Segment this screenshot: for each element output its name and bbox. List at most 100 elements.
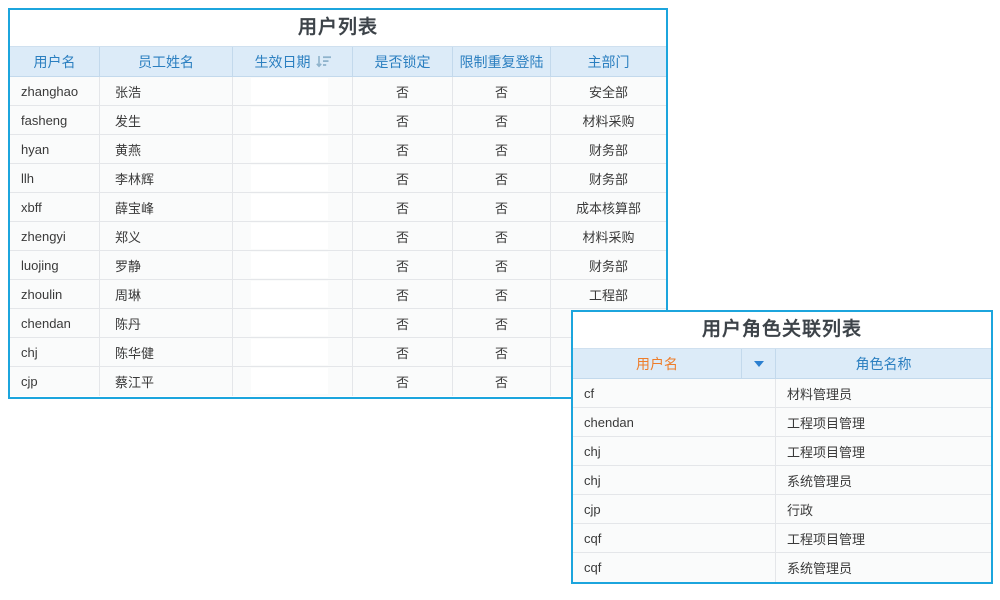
user-list-body: zhanghao 张浩 否 否 安全部 fasheng 发生 否 否 材料采购 … — [10, 77, 666, 396]
cell-employee-name: 薛宝峰 — [99, 193, 232, 221]
table-row[interactable]: chj 系统管理员 — [573, 466, 991, 495]
table-row[interactable]: cjp 行政 — [573, 495, 991, 524]
cell-dept: 材料采购 — [550, 222, 666, 250]
cell-employee-name: 郑义 — [99, 222, 232, 250]
col-header-restrict-login[interactable]: 限制重复登陆 — [452, 47, 550, 76]
cell-role-username: chj — [573, 466, 775, 494]
table-row[interactable]: chj 陈华健 否 否 — [10, 338, 666, 367]
table-row[interactable]: chj 工程项目管理 — [573, 437, 991, 466]
user-role-body: cf 材料管理员 chendan 工程项目管理 chj 工程项目管理 chj 系… — [573, 379, 991, 582]
effective-date-input[interactable] — [251, 194, 328, 220]
user-list-table: 用户列表 用户名 员工姓名 生效日期 是否锁定 — [8, 8, 668, 399]
table-row[interactable]: llh 李林辉 否 否 财务部 — [10, 164, 666, 193]
cell-effective-date — [232, 367, 352, 396]
cell-effective-date — [232, 222, 352, 250]
col-header-username[interactable]: 用户名 — [10, 47, 99, 76]
table-row[interactable]: hyan 黄燕 否 否 财务部 — [10, 135, 666, 164]
cell-effective-date — [232, 251, 352, 279]
table-row[interactable]: xbff 薛宝峰 否 否 成本核算部 — [10, 193, 666, 222]
table-row[interactable]: chendan 工程项目管理 — [573, 408, 991, 437]
cell-locked: 否 — [352, 367, 452, 396]
table-row[interactable]: cqf 工程项目管理 — [573, 524, 991, 553]
cell-employee-name: 发生 — [99, 106, 232, 134]
col-header-role-username[interactable]: 用户名 — [573, 349, 741, 378]
col-header-locked[interactable]: 是否锁定 — [352, 47, 452, 76]
cell-role-username: cjp — [573, 495, 775, 523]
col-header-effective-date[interactable]: 生效日期 — [232, 47, 352, 76]
cell-restrict: 否 — [452, 77, 550, 105]
cell-role-username: cqf — [573, 553, 775, 582]
cell-employee-name: 周琳 — [99, 280, 232, 308]
cell-dept: 成本核算部 — [550, 193, 666, 221]
cell-restrict: 否 — [452, 280, 550, 308]
cell-locked: 否 — [352, 106, 452, 134]
table-row[interactable]: chendan 陈丹 否 否 — [10, 309, 666, 338]
filter-dropdown-cell[interactable] — [741, 349, 775, 378]
cell-dept: 财务部 — [550, 251, 666, 279]
col-header-employee-name[interactable]: 员工姓名 — [99, 47, 232, 76]
cell-dept: 工程部 — [550, 280, 666, 308]
effective-date-input[interactable] — [251, 136, 328, 162]
cell-role-username: cf — [573, 379, 775, 407]
table-row[interactable]: cqf 系统管理员 — [573, 553, 991, 582]
col-header-role-name[interactable]: 角色名称 — [775, 349, 991, 378]
cell-username: chendan — [10, 309, 99, 337]
user-role-table: 用户角色关联列表 用户名 角色名称 cf 材料管理员 chendan 工程项目管… — [571, 310, 993, 584]
cell-employee-name: 黄燕 — [99, 135, 232, 163]
filter-dropdown-icon[interactable] — [754, 361, 764, 367]
table-row[interactable]: cjp 蔡江平 否 否 — [10, 367, 666, 396]
cell-dept: 财务部 — [550, 135, 666, 163]
effective-date-input[interactable] — [251, 281, 328, 307]
cell-locked: 否 — [352, 338, 452, 366]
cell-username: zhoulin — [10, 280, 99, 308]
cell-username: zhengyi — [10, 222, 99, 250]
col-header-main-dept[interactable]: 主部门 — [550, 47, 666, 76]
cell-restrict: 否 — [452, 164, 550, 192]
cell-username: llh — [10, 164, 99, 192]
cell-locked: 否 — [352, 164, 452, 192]
cell-employee-name: 李林辉 — [99, 164, 232, 192]
cell-dept: 财务部 — [550, 164, 666, 192]
cell-role-name: 系统管理员 — [775, 466, 991, 494]
sort-amount-icon[interactable] — [316, 55, 331, 68]
effective-date-input[interactable] — [251, 310, 328, 336]
table-row[interactable]: cf 材料管理员 — [573, 379, 991, 408]
table-row[interactable]: fasheng 发生 否 否 材料采购 — [10, 106, 666, 135]
table-row[interactable]: zhengyi 郑义 否 否 材料采购 — [10, 222, 666, 251]
cell-restrict: 否 — [452, 367, 550, 396]
cell-locked: 否 — [352, 135, 452, 163]
cell-locked: 否 — [352, 251, 452, 279]
cell-restrict: 否 — [452, 135, 550, 163]
cell-username: chj — [10, 338, 99, 366]
cell-effective-date — [232, 309, 352, 337]
effective-date-input[interactable] — [251, 78, 328, 104]
table-row[interactable]: luojing 罗静 否 否 财务部 — [10, 251, 666, 280]
cell-restrict: 否 — [452, 338, 550, 366]
cell-dept: 材料采购 — [550, 106, 666, 134]
table-row[interactable]: zhanghao 张浩 否 否 安全部 — [10, 77, 666, 106]
effective-date-input[interactable] — [251, 252, 328, 278]
effective-date-input[interactable] — [251, 107, 328, 133]
user-role-header: 用户名 角色名称 — [573, 348, 991, 379]
cell-employee-name: 蔡江平 — [99, 367, 232, 396]
cell-restrict: 否 — [452, 106, 550, 134]
cell-username: xbff — [10, 193, 99, 221]
cell-effective-date — [232, 164, 352, 192]
cell-effective-date — [232, 135, 352, 163]
cell-dept: 安全部 — [550, 77, 666, 105]
cell-employee-name: 张浩 — [99, 77, 232, 105]
col-header-effective-date-label: 生效日期 — [255, 52, 311, 72]
cell-username: cjp — [10, 367, 99, 396]
effective-date-input[interactable] — [251, 368, 328, 394]
cell-role-name: 工程项目管理 — [775, 437, 991, 465]
cell-role-name: 工程项目管理 — [775, 524, 991, 552]
page-canvas: 用户列表 用户名 员工姓名 生效日期 是否锁定 — [0, 0, 1000, 600]
effective-date-input[interactable] — [251, 165, 328, 191]
cell-employee-name: 陈华健 — [99, 338, 232, 366]
table-row[interactable]: zhoulin 周琳 否 否 工程部 — [10, 280, 666, 309]
effective-date-input[interactable] — [251, 339, 328, 365]
cell-username: zhanghao — [10, 77, 99, 105]
cell-effective-date — [232, 338, 352, 366]
cell-effective-date — [232, 106, 352, 134]
effective-date-input[interactable] — [251, 223, 328, 249]
